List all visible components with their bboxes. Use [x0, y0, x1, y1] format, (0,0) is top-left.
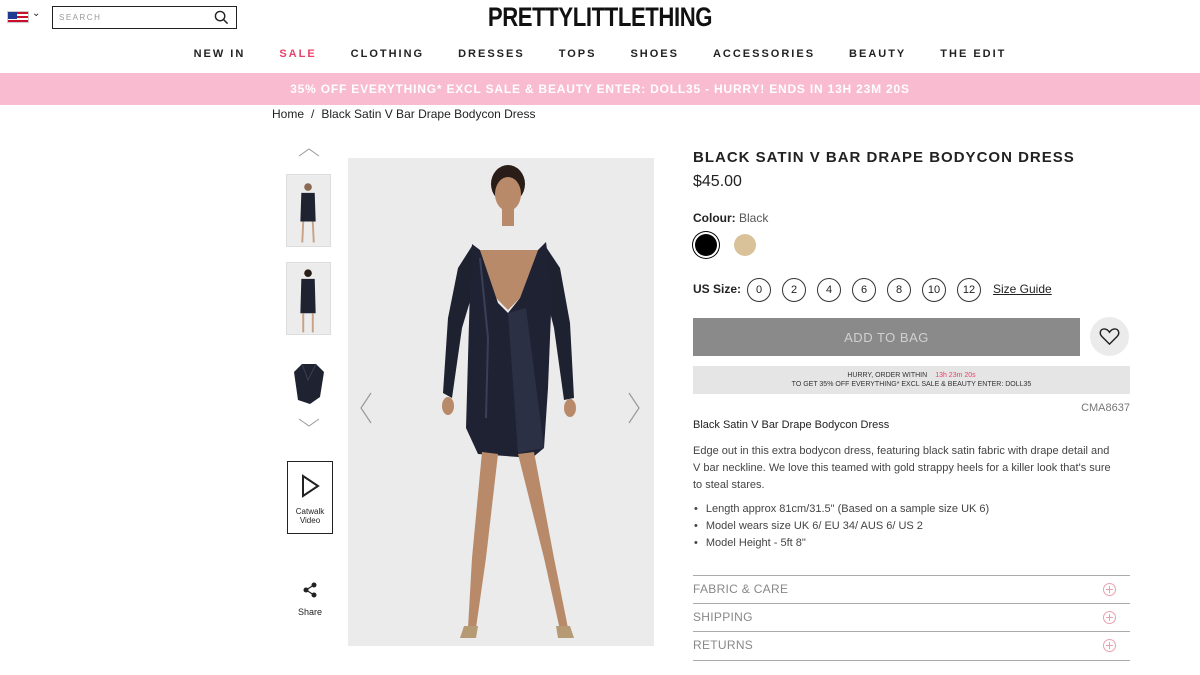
hurry-banner: HURRY, ORDER WITHIN 13h 23m 20s TO GET 35…	[693, 366, 1130, 394]
hurry-countdown: 13h 23m 20s	[935, 372, 976, 379]
hurry-promo-text: TO GET 35% OFF EVERYTHING* EXCL SALE & B…	[791, 381, 1032, 388]
share-icon	[303, 582, 317, 598]
nav-the-edit[interactable]: THE EDIT	[940, 48, 1006, 60]
product-title: BLACK SATIN V BAR DRAPE BODYCON DRESS	[693, 149, 1075, 166]
size-option-0[interactable]: 0	[747, 278, 771, 302]
accordion-label: SHIPPING	[693, 610, 753, 624]
plus-circle-icon[interactable]	[1103, 639, 1116, 652]
thumbnail-back[interactable]	[286, 262, 331, 335]
colour-label-key: Colour:	[693, 211, 736, 225]
breadcrumb-current: Black Satin V Bar Drape Bodycon Dress	[321, 107, 536, 121]
product-code: CMA8637	[1081, 402, 1130, 414]
plus-circle-icon[interactable]	[1103, 583, 1116, 596]
us-flag-icon[interactable]	[7, 11, 29, 23]
breadcrumb: Home / Black Satin V Bar Drape Bodycon Dre…	[272, 107, 535, 121]
site-logo[interactable]: PRETTYLITTLETHING	[108, 2, 1092, 33]
size-guide-link[interactable]: Size Guide	[993, 282, 1052, 296]
accordion-label: FABRIC & CARE	[693, 582, 789, 596]
description-title: Black Satin V Bar Drape Bodycon Dress	[693, 419, 890, 431]
nav-accessories[interactable]: ACCESSORIES	[713, 48, 815, 60]
size-option-6[interactable]: 6	[852, 278, 876, 302]
accordion-shipping[interactable]: SHIPPING	[693, 603, 1130, 631]
play-icon	[302, 474, 320, 498]
product-description: Edge out in this extra bodycon dress, fe…	[693, 445, 1111, 491]
colour-swatch-tan[interactable]	[734, 234, 756, 256]
accordion-divider	[693, 660, 1130, 661]
nav-clothing[interactable]: CLOTHING	[351, 48, 424, 60]
promo-banner[interactable]: 35% OFF EVERYTHING* EXCL SALE & BEAUTY E…	[0, 73, 1200, 105]
breadcrumb-separator: /	[311, 107, 315, 121]
chevron-up-icon[interactable]	[298, 147, 320, 157]
chevron-down-icon[interactable]	[298, 418, 320, 428]
product-main-image[interactable]	[348, 158, 654, 646]
nav-sale[interactable]: SALE	[279, 48, 316, 60]
detail-model-size: Model wears size UK 6/ EU 34/ AUS 6/ US …	[694, 518, 989, 535]
accordion-returns[interactable]: RETURNS	[693, 631, 1130, 659]
main-nav: NEW IN SALE CLOTHING DRESSES TOPS SHOES …	[0, 48, 1200, 60]
nav-new-in[interactable]: NEW IN	[194, 48, 246, 60]
nav-tops[interactable]: TOPS	[559, 48, 597, 60]
colour-swatch-black[interactable]	[695, 234, 717, 256]
colour-label: Colour: Black	[693, 211, 768, 225]
accordion-fabric-care[interactable]: FABRIC & CARE	[693, 575, 1130, 603]
size-option-12[interactable]: 12	[957, 278, 981, 302]
add-to-bag-button[interactable]: ADD TO BAG	[693, 318, 1080, 356]
product-price: $45.00	[693, 173, 742, 190]
size-option-2[interactable]: 2	[782, 278, 806, 302]
catwalk-label-2: Video	[299, 516, 321, 525]
model-figure	[348, 158, 654, 646]
detail-model-height: Model Height - 5ft 8"	[694, 535, 989, 552]
share-button[interactable]: Share	[292, 582, 328, 617]
size-option-10[interactable]: 10	[922, 278, 946, 302]
thumbnail-front[interactable]	[286, 174, 331, 247]
catwalk-label-1: Catwalk	[295, 507, 325, 516]
share-label: Share	[297, 607, 323, 617]
breadcrumb-home[interactable]: Home	[272, 107, 304, 121]
nav-shoes[interactable]: SHOES	[630, 48, 679, 60]
size-option-8[interactable]: 8	[887, 278, 911, 302]
size-option-4[interactable]: 4	[817, 278, 841, 302]
hurry-text: HURRY, ORDER WITHIN	[847, 372, 928, 379]
product-details-list: Length approx 81cm/31.5" (Based on a sam…	[694, 501, 989, 552]
nav-beauty[interactable]: BEAUTY	[849, 48, 906, 60]
detail-length: Length approx 81cm/31.5" (Based on a sam…	[694, 501, 989, 518]
chevron-left-icon[interactable]	[359, 392, 373, 424]
accordion-label: RETURNS	[693, 638, 754, 652]
plus-circle-icon[interactable]	[1103, 611, 1116, 624]
catwalk-video-button[interactable]: Catwalk Video	[287, 461, 333, 534]
thumbnail-flat[interactable]	[286, 352, 331, 412]
nav-dresses[interactable]: DRESSES	[458, 48, 525, 60]
wishlist-button[interactable]	[1090, 317, 1129, 356]
heart-icon	[1099, 328, 1120, 346]
chevron-down-icon[interactable]: ⌄	[32, 8, 40, 19]
chevron-right-icon[interactable]	[627, 392, 641, 424]
colour-label-value: Black	[739, 211, 769, 225]
size-label: US Size:	[693, 282, 742, 296]
